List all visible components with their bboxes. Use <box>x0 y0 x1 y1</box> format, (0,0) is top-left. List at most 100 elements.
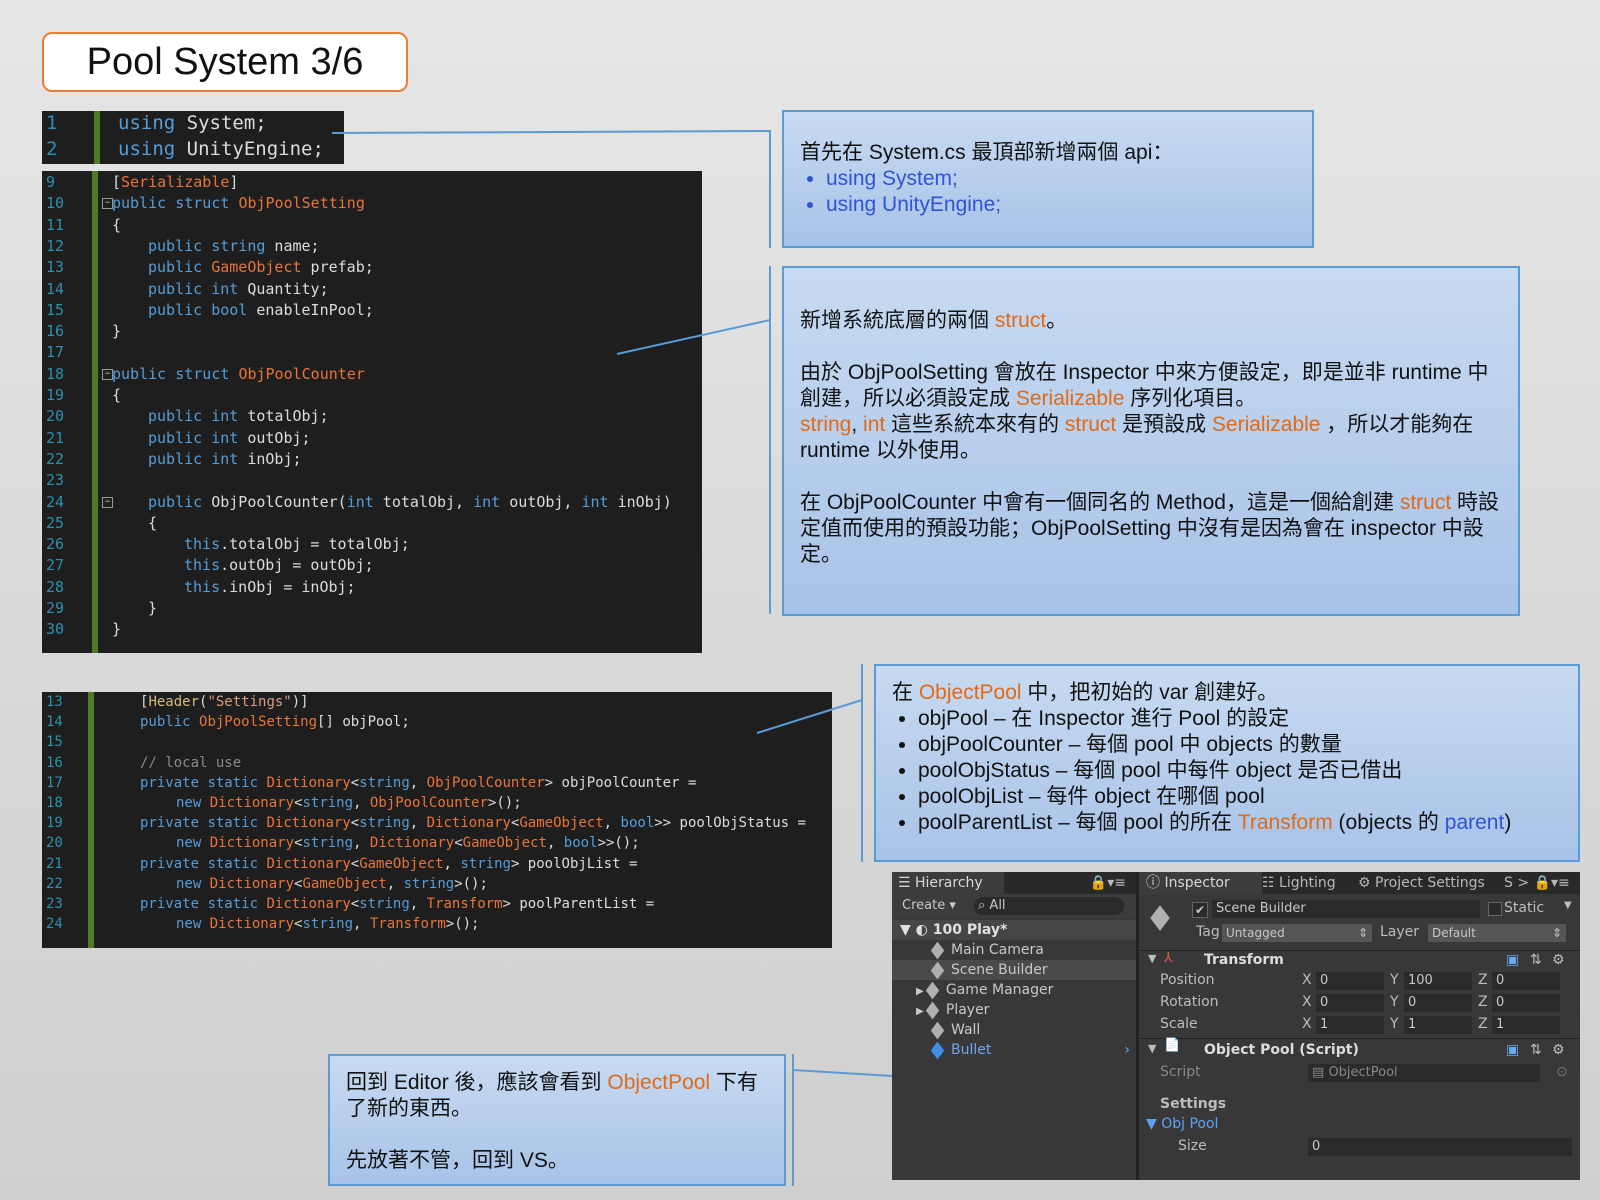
line-number: 2 <box>46 138 58 160</box>
transform-value-field[interactable]: 1 <box>1316 1016 1384 1034</box>
triangle-down-icon[interactable]: ▼ <box>1148 1042 1156 1055</box>
triangle-down-icon[interactable]: ▼ <box>1148 952 1156 965</box>
code-line: 30} <box>42 620 702 641</box>
code-line: 11 { <box>42 216 702 237</box>
info-icon: ⓘ <box>1146 875 1160 891</box>
position-label: Position <box>1160 972 1215 988</box>
hierarchy-item-bullet[interactable]: Bullet › <box>892 1040 1136 1060</box>
transform-value-field[interactable]: 0 <box>1316 994 1384 1012</box>
tab-inspector[interactable]: ⓘ Inspector <box>1140 872 1262 894</box>
line-number: 14 <box>46 714 63 731</box>
line-number: 17 <box>46 774 63 791</box>
code-line: 19 { <box>42 386 702 407</box>
hierarchy-search-input[interactable]: ⌕ All <box>974 897 1124 915</box>
hierarchy-item-scene-builder[interactable]: Scene Builder <box>892 960 1136 980</box>
line-number: 16 <box>46 754 63 771</box>
tab-hierarchy[interactable]: ☰ Hierarchy <box>892 872 1004 894</box>
chevron-down-icon[interactable]: ▼ <box>1564 900 1572 911</box>
code-text: private static Dictionary<GameObject, st… <box>140 855 638 872</box>
code-line: 24 new Dictionary<string, Transform>(); <box>42 916 832 936</box>
tag-label: Tag <box>1196 924 1220 940</box>
note1-intro: 首先在 System.cs 最頂部新增兩個 api： <box>800 141 1174 164</box>
code-line: 14 public int Quantity; <box>42 280 702 301</box>
transform-value-field[interactable]: 1 <box>1492 1016 1560 1034</box>
code-text: } <box>112 620 122 639</box>
code-line: 13 [Header("Settings")] <box>42 694 832 714</box>
help-icon[interactable]: ▣ <box>1506 952 1519 968</box>
scale-label: Scale <box>1160 1016 1198 1032</box>
code-text: [Serializable] <box>112 173 239 191</box>
hierarchy-item-wall[interactable]: Wall <box>892 1020 1136 1040</box>
lock-icon[interactable]: 🔒▾≡ <box>1084 872 1132 894</box>
line-number: 13 <box>46 258 65 277</box>
code-text: new Dictionary<string, Dictionary<GameOb… <box>176 835 640 852</box>
code-line: 13 public GameObject prefab; <box>42 258 702 279</box>
collapse-icon[interactable]: − <box>102 496 113 508</box>
create-dropdown[interactable]: Create ▾ <box>902 898 956 913</box>
line-number: 17 <box>46 343 65 362</box>
code-text: { <box>112 386 122 404</box>
line-number: 22 <box>46 449 65 468</box>
code-line: 20 new Dictionary<string, Dictionary<Game… <box>42 835 832 855</box>
tab-overflow[interactable]: S > 🔒▾≡ <box>1498 872 1576 894</box>
layer-dropdown[interactable]: Default ⇕ <box>1428 924 1566 942</box>
object-name-field[interactable]: Scene Builder <box>1212 900 1480 918</box>
size-field[interactable]: 0 <box>1308 1138 1572 1156</box>
help-icon[interactable]: ▣ <box>1506 1042 1519 1058</box>
note4-para1: 回到 Editor 後，應該會看到 ObjectPool 下有了新的東西。 <box>346 1071 758 1120</box>
gear-icon[interactable]: ⚙ <box>1552 1042 1565 1058</box>
code-line: 18 new Dictionary<string, ObjPoolCounter>… <box>42 795 832 815</box>
transform-value-field[interactable]: 1 <box>1404 1016 1472 1034</box>
line-number: 21 <box>46 428 65 447</box>
script-icon: ▤ <box>1312 1065 1325 1080</box>
gear-icon[interactable]: ⚙ <box>1552 952 1565 968</box>
gameobject-large-icon <box>1150 905 1170 931</box>
object-picker-icon[interactable]: ⊙ <box>1556 1064 1568 1080</box>
preset-icon[interactable]: ⇅ <box>1530 952 1542 968</box>
code-text: { <box>112 215 122 234</box>
preset-icon[interactable]: ⇅ <box>1530 1042 1542 1058</box>
script-label: Script <box>1160 1064 1201 1080</box>
code-line: 29} <box>42 599 702 620</box>
hierarchy-item-game-manager[interactable]: ▶ Game Manager <box>892 980 1136 1000</box>
transform-value-field[interactable]: 0 <box>1492 972 1560 990</box>
search-icon: ⌕ <box>978 898 986 913</box>
transform-value-field[interactable]: 0 <box>1404 994 1472 1012</box>
transform-value-field[interactable]: 0 <box>1316 972 1384 990</box>
tag-dropdown[interactable]: Untagged ⇕ <box>1222 924 1372 942</box>
object-pool-script-header[interactable]: Object Pool (Script) <box>1204 1042 1359 1058</box>
line-number: 11 <box>46 215 65 234</box>
axis-label: Z <box>1478 972 1488 988</box>
static-checkbox[interactable] <box>1488 902 1502 916</box>
code-text: public GameObject prefab; <box>148 258 374 277</box>
line-number: 30 <box>46 620 65 639</box>
transform-value-field[interactable]: 100 <box>1404 972 1472 990</box>
axis-label: X <box>1302 1016 1312 1032</box>
gameobject-icon <box>925 981 940 999</box>
line-number: 18 <box>46 364 65 383</box>
objpool-foldout[interactable]: ▼ Obj Pool <box>1146 1116 1218 1132</box>
transform-value-field[interactable]: 0 <box>1492 994 1560 1012</box>
transform-icon: ⅄ <box>1164 950 1173 966</box>
active-checkbox[interactable]: ✔ <box>1192 902 1208 918</box>
tab-project-settings[interactable]: ⚙ Project Settings <box>1352 872 1491 894</box>
note2-para1: 新增系統底層的兩個 struct。 <box>800 309 1068 332</box>
transform-header[interactable]: Transform <box>1204 952 1284 968</box>
code-line: 28 this.inObj = inObj; <box>42 578 702 599</box>
line-number: 15 <box>46 300 65 319</box>
line-number: 16 <box>46 322 65 341</box>
line-number: 22 <box>46 875 63 892</box>
hierarchy-item-main-camera[interactable]: Main Camera <box>892 940 1136 960</box>
code-text: new Dictionary<string, Transform>(); <box>176 916 480 933</box>
note-structs-explanation: 新增系統底層的兩個 struct。 由於 ObjPoolSetting 會放在 … <box>782 266 1520 616</box>
note3-bullet-objpoolcounter: objPoolCounter – 每個 pool 中 objects 的數量 <box>918 732 1562 758</box>
line-number: 24 <box>46 916 63 933</box>
code-text: new Dictionary<GameObject, string>(); <box>176 875 488 892</box>
code-text: using System; <box>118 112 267 134</box>
scene-row[interactable]: ▼ ◐ 100 Play* <box>892 920 1136 940</box>
code-line: 22 public int inObj; <box>42 450 702 471</box>
hierarchy-item-player[interactable]: ▶ Player <box>892 1000 1136 1020</box>
note3-bullet-objpool: objPool – 在 Inspector 進行 Pool 的設定 <box>918 706 1562 732</box>
tab-lighting[interactable]: ☷ Lighting <box>1256 872 1342 894</box>
code-text: // local use <box>140 754 242 771</box>
